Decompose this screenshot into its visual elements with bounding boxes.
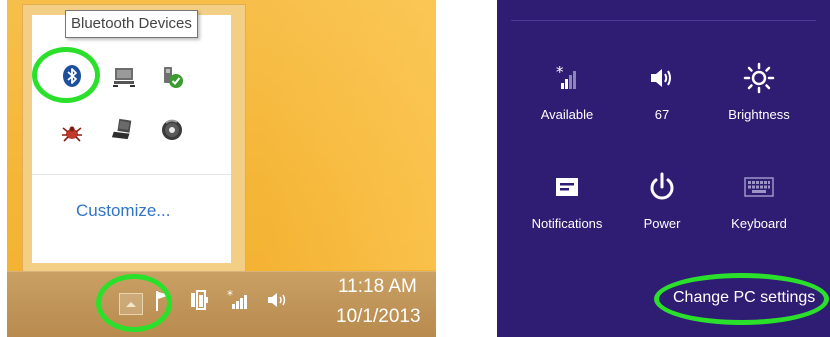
settings-divider (511, 20, 816, 21)
wireless-network-icon: * (519, 61, 615, 95)
wireless-signal-icon[interactable]: * (226, 286, 252, 314)
power-plug-icon[interactable] (189, 286, 215, 314)
action-center-flag-icon[interactable] (152, 286, 174, 314)
clock-time[interactable]: 11:18 AM (338, 276, 417, 298)
tile-network[interactable]: * Available (519, 61, 615, 141)
safely-remove-hardware-icon[interactable] (160, 65, 184, 89)
tile-keyboard[interactable]: Keyboard (711, 170, 807, 250)
bluetooth-devices-tooltip: Bluetooth Devices (65, 10, 198, 38)
tile-keyboard-label: Keyboard (731, 216, 787, 231)
bluetooth-icon[interactable] (60, 64, 84, 88)
settings-charm-panel: * Available 67 Brightness Notifications … (497, 0, 830, 337)
tile-volume-label: 67 (654, 107, 670, 122)
notifications-icon (519, 170, 615, 204)
tile-notifications-label: Notifications (531, 216, 603, 231)
brightness-icon (711, 61, 807, 95)
tile-network-label: Available (540, 107, 594, 122)
tile-brightness[interactable]: Brightness (711, 61, 807, 141)
notification-area-overflow-popup: Customize... (22, 4, 246, 274)
desktop-tray-screenshot: Customize... Bluetooth Devices * 11:18 A… (7, 0, 436, 337)
change-pc-settings-link[interactable]: Change PC settings (673, 289, 815, 307)
wallpaper-highlight (262, 0, 436, 270)
tile-power-label: Power (643, 216, 681, 231)
taskbar: * 11:18 AM 10/1/2013 (7, 271, 436, 337)
power-icon (614, 170, 710, 204)
clock-date[interactable]: 10/1/2013 (336, 306, 421, 328)
speaker-icon[interactable] (265, 286, 289, 314)
touchpad-icon[interactable] (111, 117, 135, 141)
tile-volume[interactable]: 67 (614, 61, 710, 141)
show-hidden-icons-arrow-icon (125, 295, 137, 313)
keyboard-icon (711, 170, 807, 204)
popup-divider (32, 174, 231, 175)
tile-notifications[interactable]: Notifications (519, 170, 615, 250)
tile-power[interactable]: Power (614, 170, 710, 250)
tile-brightness-label: Brightness (728, 107, 790, 122)
customize-link[interactable]: Customize... (76, 201, 170, 221)
svg-text:*: * (227, 288, 233, 302)
antivirus-icon[interactable] (60, 121, 84, 145)
media-player-icon[interactable] (160, 118, 184, 142)
network-drive-icon[interactable] (112, 65, 136, 89)
show-hidden-icons-button[interactable] (119, 293, 143, 315)
overflow-popup-content: Customize... (32, 15, 231, 263)
svg-text:*: * (556, 64, 564, 81)
volume-icon (614, 61, 710, 95)
